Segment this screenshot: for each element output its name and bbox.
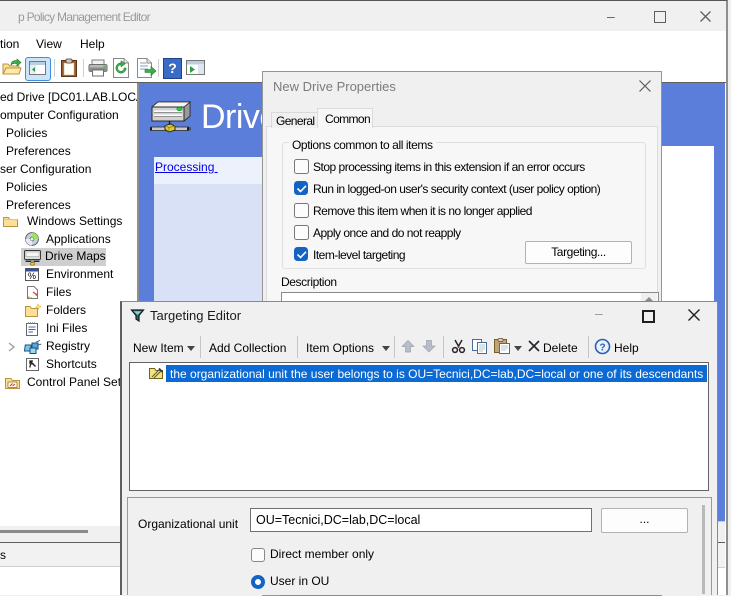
svg-text:%: % bbox=[28, 271, 36, 281]
svg-text:?: ? bbox=[600, 343, 606, 354]
